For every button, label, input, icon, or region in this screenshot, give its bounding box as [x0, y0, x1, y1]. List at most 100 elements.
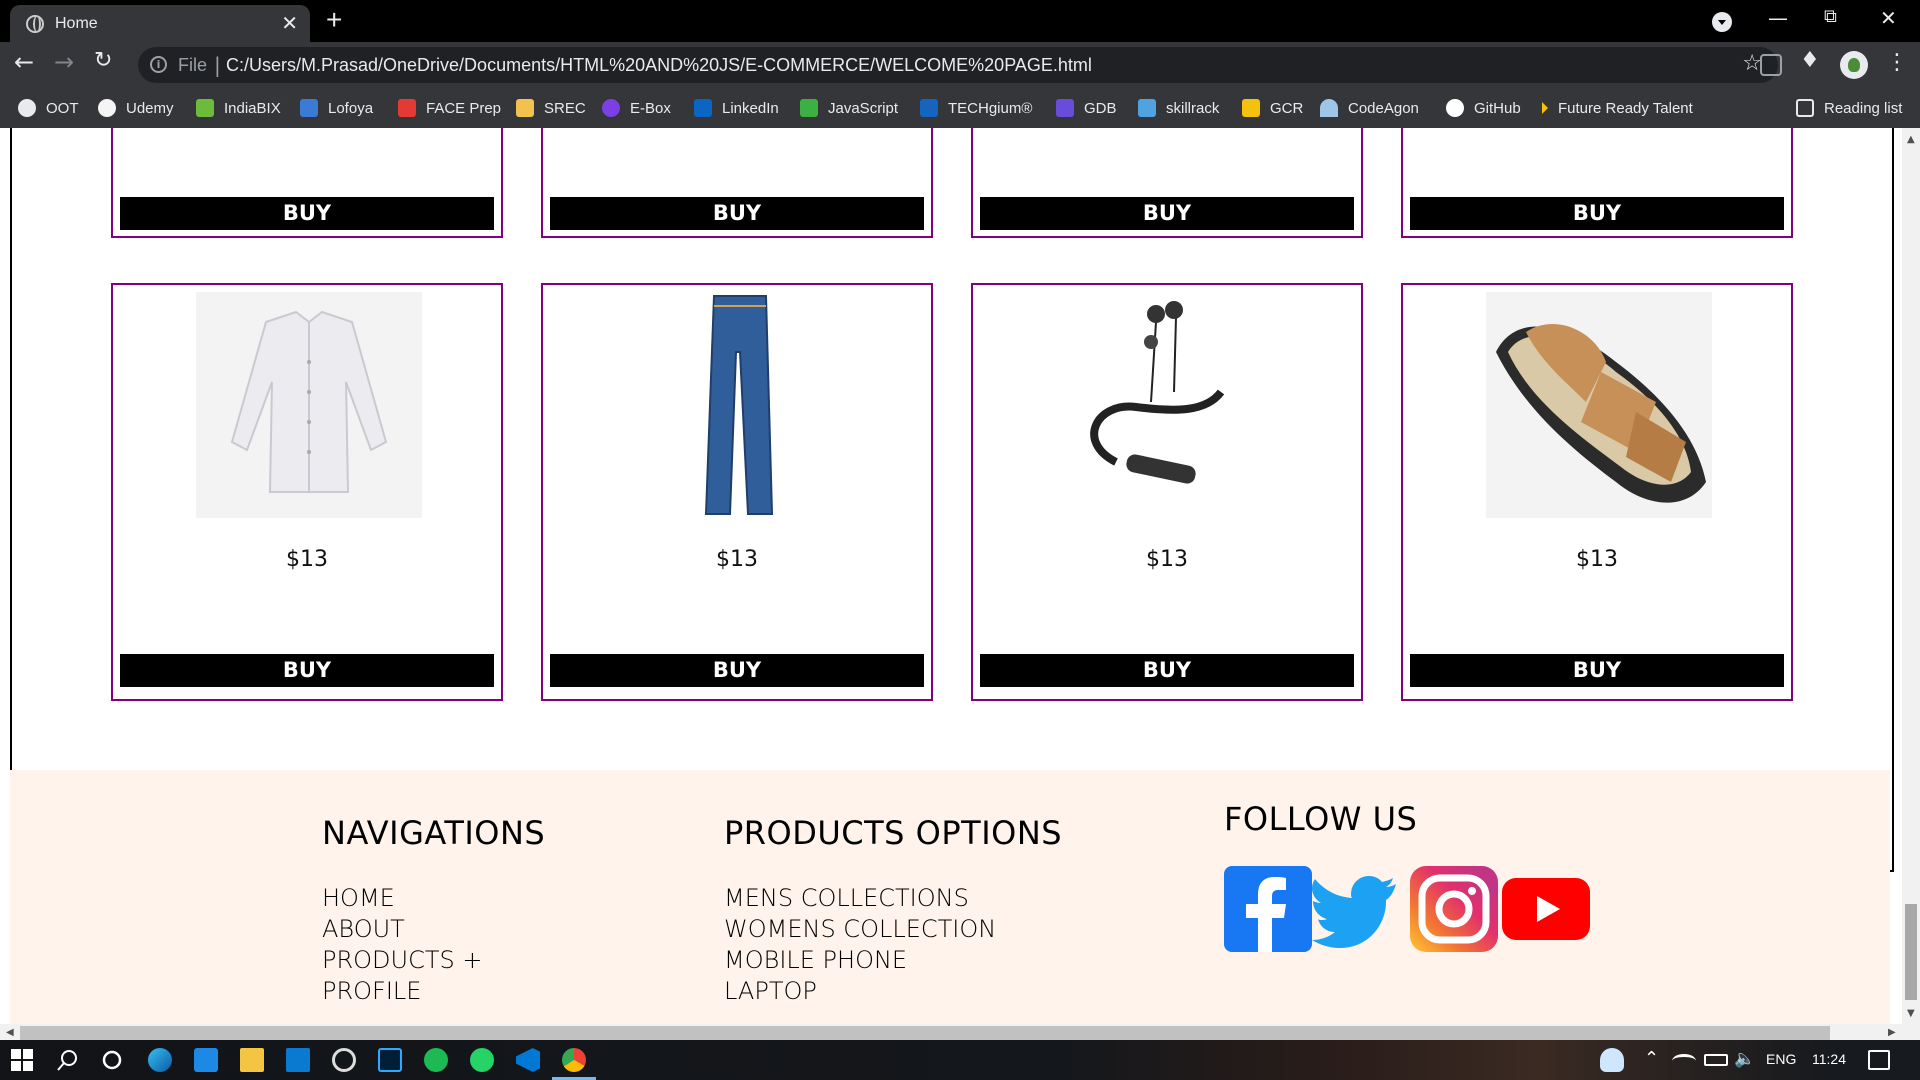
reading-list-button[interactable]: Reading list [1796, 98, 1902, 118]
footer-link-about[interactable]: ABOUT [322, 915, 405, 943]
scroll-right-icon[interactable]: ▶ [1888, 1027, 1896, 1038]
bookmark-label: IndiaBIX [224, 99, 281, 117]
weather-icon[interactable] [1600, 1048, 1624, 1072]
bookmark-future-ready-talent[interactable]: Future Ready Talent [1542, 98, 1693, 118]
instagram-icon[interactable] [1410, 866, 1498, 952]
restore-icon[interactable]: ⧉ [1824, 6, 1837, 27]
back-icon[interactable]: ← [14, 48, 34, 76]
address-bar[interactable]: i File | C:/Users/M.Prasad/OneDrive/Docu… [138, 47, 1778, 83]
tab-search-icon[interactable] [1712, 12, 1732, 32]
jeans-image[interactable] [626, 292, 852, 518]
footer-link-home[interactable]: HOME [322, 884, 395, 912]
buy-button[interactable]: BUY [1410, 654, 1784, 687]
footer-link-womens[interactable]: WOMENS COLLECTION [724, 915, 996, 943]
shirt-image[interactable] [196, 292, 422, 518]
reload-icon[interactable]: ↻ [94, 48, 112, 73]
forward-icon[interactable]: → [54, 48, 74, 76]
close-tab-icon[interactable]: ✕ [281, 11, 298, 35]
sandal-image[interactable] [1486, 292, 1712, 518]
vscode-icon[interactable] [516, 1048, 540, 1072]
windows-start-icon[interactable] [10, 1048, 34, 1072]
chrome-icon[interactable] [562, 1048, 586, 1072]
wifi-icon[interactable] [1672, 1054, 1696, 1068]
bookmark-udemy[interactable]: Udemy [98, 98, 174, 118]
bookmark-github[interactable]: GitHub [1446, 98, 1521, 118]
buy-button[interactable]: BUY [550, 197, 924, 230]
bookmark-oot[interactable]: OOT [18, 98, 79, 118]
footer-link-mobile[interactable]: MOBILE PHONE [724, 946, 907, 974]
buy-button[interactable]: BUY [120, 197, 494, 230]
mail-icon[interactable] [286, 1048, 310, 1072]
youtube-icon[interactable] [1502, 878, 1590, 940]
photos-icon[interactable] [194, 1048, 218, 1072]
footer-link-products[interactable]: PRODUCTS + [322, 946, 482, 974]
show-hidden-icons[interactable]: ⌃ [1644, 1048, 1659, 1069]
bookmark-techgium[interactable]: TECHgium® [920, 98, 1032, 118]
bookmark-label: JavaScript [828, 99, 899, 117]
media-player-icon[interactable] [332, 1048, 356, 1072]
bookmark-srec[interactable]: SREC [516, 98, 586, 118]
facebook-icon[interactable] [1224, 866, 1312, 952]
notifications-icon[interactable] [1868, 1050, 1890, 1070]
language-indicator[interactable]: ENG [1766, 1051, 1796, 1067]
edge-icon[interactable] [148, 1048, 172, 1072]
lofoya-icon [300, 99, 318, 117]
clock[interactable]: 11:24 [1812, 1051, 1846, 1067]
whatsapp-icon[interactable] [470, 1048, 494, 1072]
bookmark-ebox[interactable]: E-Box [602, 98, 671, 118]
scroll-down-icon[interactable]: ▼ [1907, 1008, 1915, 1019]
bookmark-skillrack[interactable]: skillrack [1138, 98, 1219, 118]
product-price: $13 [1146, 547, 1188, 572]
tab-home[interactable]: Home ✕ [10, 5, 310, 42]
photoshop-icon[interactable] [378, 1048, 402, 1072]
bookmark-javascript[interactable]: JavaScript [800, 98, 898, 118]
udemy-icon [98, 99, 116, 117]
products-container: BUY BUY BUY BUY $13 BUY $13 BUY $13 BUY … [10, 128, 1894, 872]
bookmark-lofoya[interactable]: Lofoya [300, 98, 373, 118]
volume-icon[interactable]: 🔈 [1734, 1049, 1755, 1069]
bookmark-linkedin[interactable]: LinkedIn [694, 98, 779, 118]
earphones-image[interactable] [1056, 292, 1282, 518]
product-price: $13 [1576, 547, 1618, 572]
buy-button[interactable]: BUY [980, 197, 1354, 230]
product-card-sandal: $13 BUY [1401, 283, 1793, 701]
battery-icon[interactable] [1704, 1054, 1728, 1066]
footer-link-mens[interactable]: MENS COLLECTIONS [724, 884, 969, 912]
bookmark-label: LinkedIn [722, 99, 779, 117]
scroll-left-icon[interactable]: ◀ [6, 1027, 14, 1038]
footer-products-title: PRODUCTS OPTIONS [724, 814, 1063, 852]
bookmark-gdb[interactable]: GDB [1056, 98, 1117, 118]
twitter-icon[interactable] [1312, 866, 1400, 952]
buy-button[interactable]: BUY [120, 654, 494, 687]
vertical-scroll-thumb[interactable] [1905, 904, 1917, 1000]
bookmark-indiabix[interactable]: IndiaBIX [196, 98, 281, 118]
horizontal-scroll-thumb[interactable] [20, 1026, 1830, 1040]
bookmark-codeagon[interactable]: CodeAgon [1320, 98, 1419, 118]
buy-button[interactable]: BUY [550, 654, 924, 687]
file-explorer-icon[interactable] [240, 1048, 264, 1072]
address-separator: | [214, 53, 221, 77]
product-card: BUY [541, 128, 933, 238]
puzzle-icon[interactable]: ♦ [1800, 48, 1820, 73]
extension-icon[interactable] [1760, 54, 1782, 76]
new-tab-button[interactable]: + [326, 4, 342, 36]
footer-link-profile[interactable]: PROFILE [322, 977, 421, 1005]
profile-avatar[interactable] [1840, 51, 1868, 79]
footer-link-laptop[interactable]: LAPTOP [724, 977, 817, 1005]
search-icon[interactable] [56, 1048, 80, 1072]
menu-kebab-icon[interactable]: ⋮ [1886, 50, 1908, 75]
bookmark-label: skillrack [1166, 99, 1220, 117]
minimize-icon[interactable]: — [1768, 6, 1788, 30]
bookmark-faceprep[interactable]: FACE Prep [398, 98, 501, 118]
reading-list-label: Reading list [1824, 99, 1903, 117]
buy-button[interactable]: BUY [1410, 197, 1784, 230]
task-view-icon[interactable] [100, 1048, 124, 1072]
buy-button[interactable]: BUY [980, 654, 1354, 687]
address-url[interactable]: C:/Users/M.Prasad/OneDrive/Documents/HTM… [226, 55, 1092, 76]
bookmark-gcr[interactable]: GCR [1242, 98, 1303, 118]
info-icon[interactable]: i [150, 56, 167, 73]
spotify-icon[interactable] [424, 1048, 448, 1072]
close-window-icon[interactable]: ✕ [1880, 6, 1897, 30]
vertical-scrollbar[interactable]: ▲ ▼ [1902, 128, 1920, 1024]
scroll-up-icon[interactable]: ▲ [1907, 134, 1915, 145]
